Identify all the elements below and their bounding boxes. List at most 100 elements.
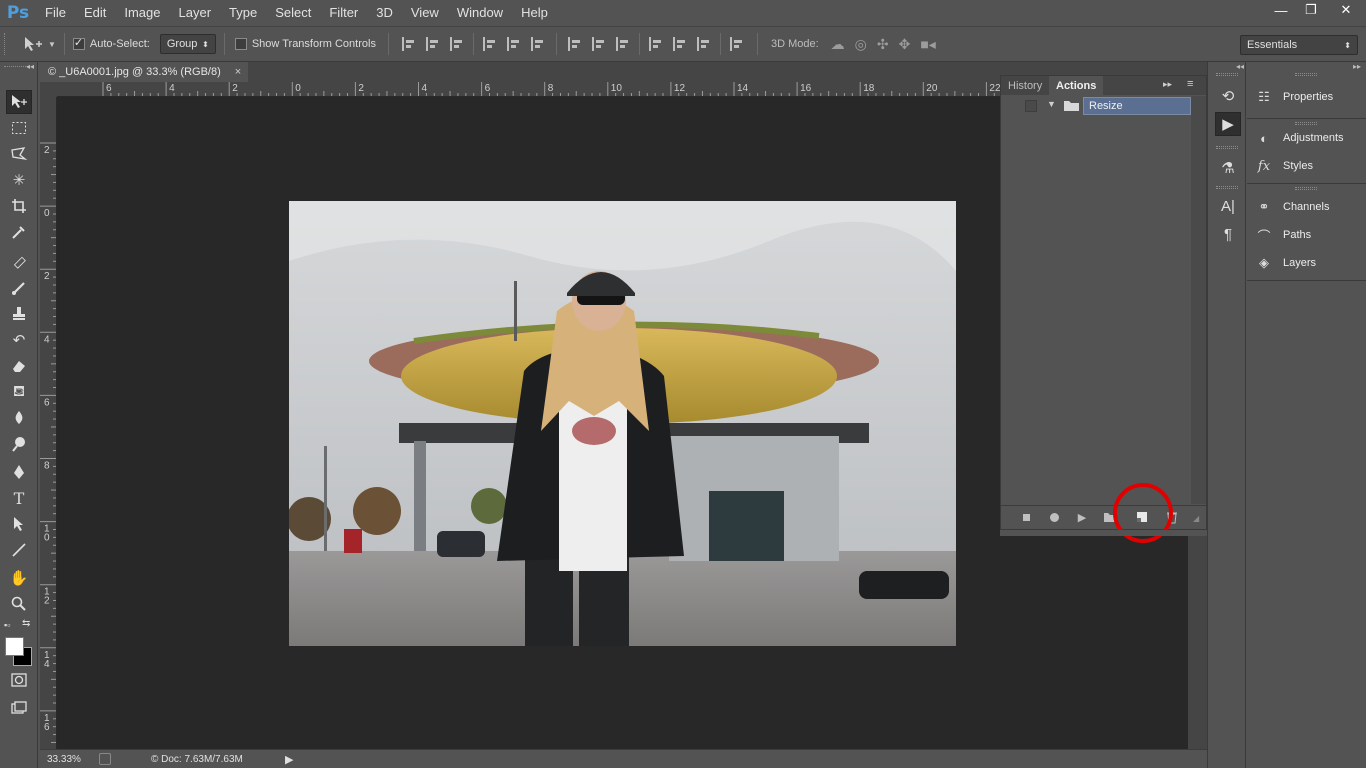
restore-button[interactable]: ❐ <box>1296 0 1326 20</box>
tab-history[interactable]: History <box>1001 76 1049 95</box>
action-set-row[interactable]: ▼ Resize <box>1001 97 1191 115</box>
character-panel-button[interactable]: A| <box>1215 194 1241 218</box>
adjustments-panel-button[interactable]: ◐ Adjustments <box>1255 126 1343 150</box>
path-selection-tool[interactable] <box>6 512 32 536</box>
healing-brush-tool[interactable]: ▭ <box>6 250 32 274</box>
record-icon[interactable] <box>1047 510 1061 524</box>
paragraph-panel-button[interactable]: ¶ <box>1215 222 1241 246</box>
distribute-right-icon[interactable] <box>696 37 711 51</box>
actions-scrollbar[interactable] <box>1191 96 1206 504</box>
quick-mask-button[interactable] <box>6 668 32 692</box>
document-tab[interactable]: © _U6A0001.jpg @ 33.3% (RGB/8) × <box>40 62 248 82</box>
options-grip[interactable] <box>4 33 18 55</box>
menu-layer[interactable]: Layer <box>170 0 221 26</box>
channels-panel-button[interactable]: ⚭ Channels <box>1255 195 1330 219</box>
play-icon[interactable]: ▶ <box>1075 510 1089 524</box>
panel-grip[interactable] <box>1295 122 1317 125</box>
menu-window[interactable]: Window <box>448 0 512 26</box>
move-tool[interactable] <box>6 90 32 114</box>
share-icon[interactable] <box>99 753 111 765</box>
collapse-panel-icon[interactable]: ▸▸ <box>1163 79 1172 90</box>
actions-panel-button[interactable]: ▶ <box>1215 112 1241 136</box>
auto-align-icon[interactable] <box>729 37 744 51</box>
blur-tool[interactable] <box>6 406 32 430</box>
distribute-hcenter-icon[interactable] <box>672 37 687 51</box>
collapse-arrows-icon[interactable]: ◂◂ <box>1236 62 1244 71</box>
action-set-name[interactable]: Resize <box>1083 97 1191 115</box>
3d-rotate-icon[interactable]: ☁ <box>831 36 845 53</box>
distribute-left-icon[interactable] <box>648 37 663 51</box>
properties-panel-button[interactable]: ☷ Properties <box>1255 85 1333 109</box>
history-panel-button[interactable]: ⟲ <box>1215 84 1241 108</box>
distribute-top-icon[interactable] <box>567 37 582 51</box>
layers-panel-button[interactable]: ◈ Layers <box>1255 251 1316 275</box>
align-left-icon[interactable] <box>482 37 497 51</box>
close-tab-icon[interactable]: × <box>235 66 241 78</box>
line-tool[interactable] <box>6 538 32 562</box>
3d-roll-icon[interactable]: ◎ <box>855 36 867 53</box>
distribute-bottom-icon[interactable] <box>615 37 630 51</box>
menu-file[interactable]: File <box>36 0 75 26</box>
close-button[interactable]: ✕ <box>1326 0 1366 20</box>
menu-select[interactable]: Select <box>266 0 320 26</box>
distribute-vcenter-icon[interactable] <box>591 37 606 51</box>
screen-mode-button[interactable] <box>6 696 32 720</box>
resize-grip-icon[interactable]: ◢ <box>1193 514 1199 523</box>
3d-scale-icon[interactable]: ■◂ <box>920 36 935 53</box>
zoom-level[interactable]: 33.33% <box>47 754 93 765</box>
paths-panel-button[interactable]: ⌒ Paths <box>1255 223 1311 247</box>
workspace-dropdown[interactable]: Essentials ⬍ <box>1240 35 1358 55</box>
panel-grip[interactable] <box>1295 187 1317 190</box>
menu-type[interactable]: Type <box>220 0 266 26</box>
zoom-tool[interactable] <box>6 592 32 616</box>
brush-presets-button[interactable]: ⚗ <box>1215 156 1241 180</box>
panel-grip[interactable] <box>1216 146 1238 149</box>
auto-select-checkbox[interactable] <box>72 36 85 50</box>
panel-grip[interactable] <box>1216 186 1238 189</box>
align-right-icon[interactable] <box>530 37 545 51</box>
menu-3d[interactable]: 3D <box>367 0 402 26</box>
panel-grip[interactable] <box>1295 73 1317 76</box>
menu-help[interactable]: Help <box>512 0 557 26</box>
history-brush-tool[interactable]: ↶ <box>6 328 32 352</box>
align-bottom-icon[interactable] <box>449 37 464 51</box>
align-hcenter-icon[interactable] <box>506 37 521 51</box>
hand-tool[interactable]: ✋ <box>6 566 32 590</box>
3d-drag-icon[interactable]: ✣ <box>877 36 889 53</box>
3d-slide-icon[interactable]: ✥ <box>899 36 911 53</box>
panel-menu-icon[interactable]: ≡ <box>1187 78 1193 90</box>
styles-panel-button[interactable]: fx Styles <box>1255 154 1313 178</box>
magic-wand-tool[interactable]: ✳ <box>6 168 32 192</box>
brush-tool[interactable] <box>6 276 32 300</box>
dodge-tool[interactable] <box>6 432 32 456</box>
document-canvas[interactable] <box>289 201 956 646</box>
align-top-icon[interactable] <box>401 37 416 51</box>
eyedropper-tool[interactable] <box>6 220 32 244</box>
menu-filter[interactable]: Filter <box>320 0 367 26</box>
collapse-arrows-icon[interactable]: ◂◂ <box>26 62 34 71</box>
default-colors-icon[interactable]: ▪▫ <box>4 620 10 630</box>
move-tool-preset[interactable]: ▼ <box>22 35 56 53</box>
tab-actions[interactable]: Actions <box>1049 76 1104 95</box>
show-transform-checkbox[interactable] <box>234 38 247 50</box>
pen-tool[interactable] <box>6 460 32 484</box>
expand-arrows-icon[interactable]: ▸▸ <box>1353 62 1361 71</box>
marquee-tool[interactable] <box>6 116 32 140</box>
ruler-origin[interactable] <box>40 82 57 97</box>
stamp-tool[interactable] <box>6 302 32 326</box>
toggle-item-checkbox[interactable] <box>1025 100 1037 112</box>
menu-edit[interactable]: Edit <box>75 0 115 26</box>
crop-tool[interactable] <box>6 194 32 218</box>
status-menu-arrow-icon[interactable]: ▶ <box>285 753 293 766</box>
paint-bucket-tool[interactable]: ⛾ <box>6 380 32 404</box>
panel-grip[interactable] <box>1216 73 1238 76</box>
auto-select-dropdown[interactable]: Group ⬍ <box>159 34 216 54</box>
lasso-tool[interactable] <box>6 142 32 166</box>
expand-triangle-icon[interactable]: ▼ <box>1047 99 1056 109</box>
menu-image[interactable]: Image <box>115 0 169 26</box>
minimize-button[interactable]: — <box>1266 0 1296 20</box>
stop-icon[interactable] <box>1019 510 1033 524</box>
swap-colors-icon[interactable]: ⇆ <box>22 618 30 629</box>
type-tool[interactable]: T <box>6 486 32 510</box>
eraser-tool[interactable] <box>6 354 32 378</box>
